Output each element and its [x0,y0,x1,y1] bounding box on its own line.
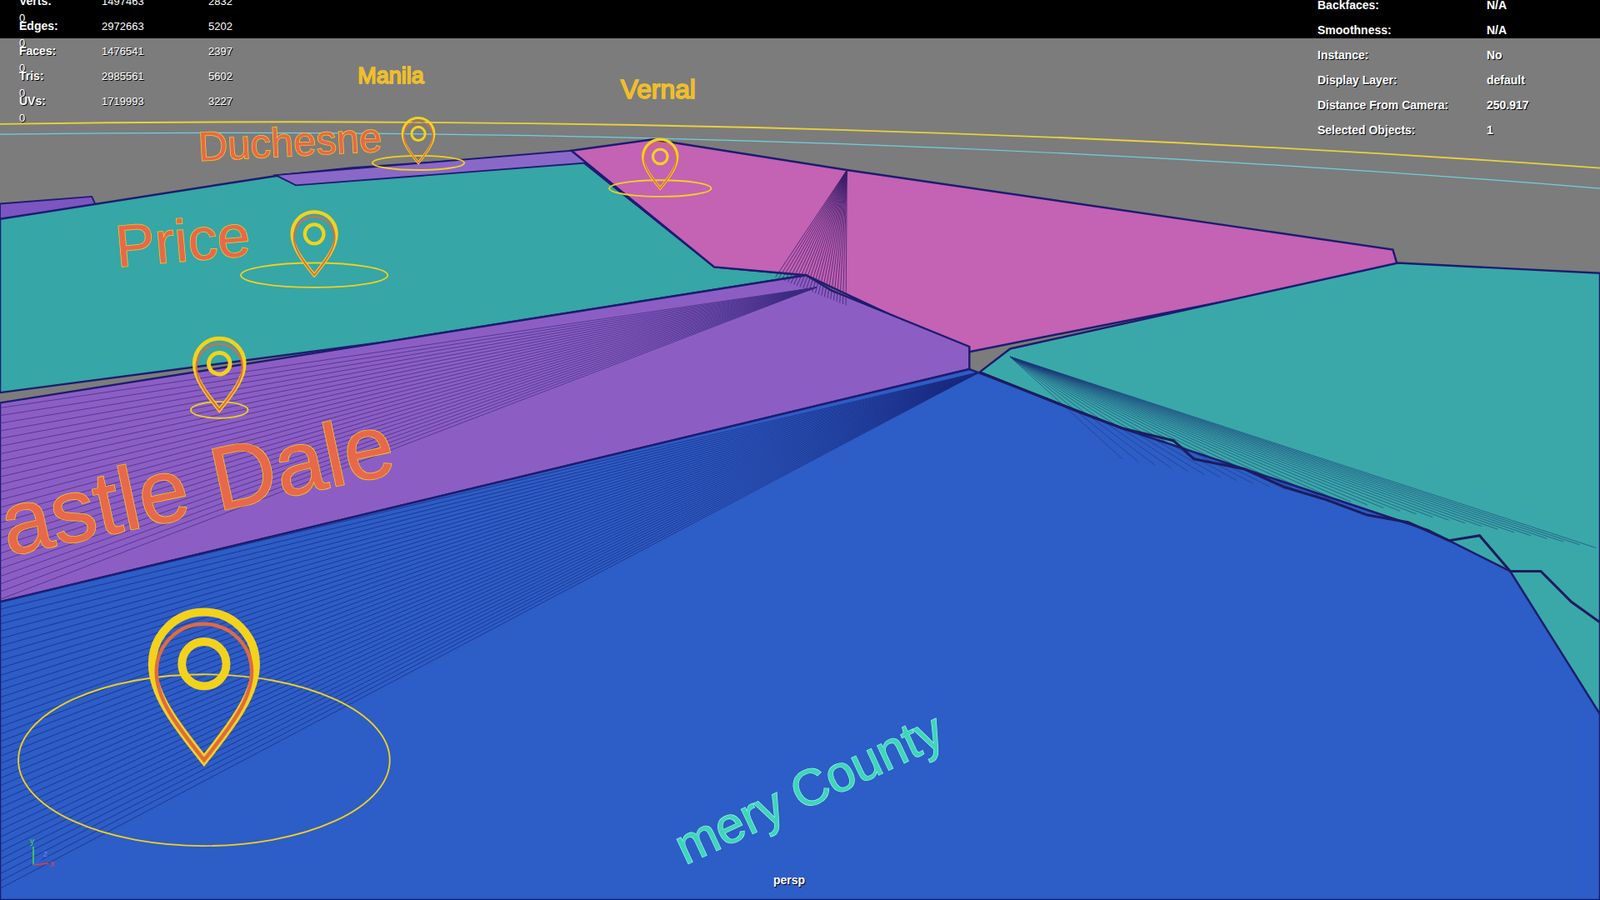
hud-row: Selected Objects:1 [1317,117,1595,143]
svg-text:x: x [50,859,55,869]
hud-row: Distance From Camera:250.917 [1317,92,1595,118]
viewport[interactable]: Manila Vernal Duchesne Price astle Dale mery … [0,38,1600,900]
hud-object-details: Backfaces:N/ASmoothness:N/AInstance:NoDi… [1317,0,1595,143]
map-pin-icon[interactable] [609,139,711,197]
hud-row: Display Layer:default [1317,67,1595,93]
map-pin-icon[interactable] [190,338,249,419]
viewport-scene[interactable]: Manila Vernal Duchesne Price astle Dale mery … [0,38,1600,900]
hud-row: Edges:297266352020 [19,17,317,43]
hud-row: UVs:171999332270 [19,92,317,118]
svg-text:z: z [43,849,48,859]
map-pin-icon[interactable] [18,611,390,846]
hud-row: Verts:149746328320 [19,0,317,18]
hud-row: Backfaces:N/A [1317,0,1595,18]
hud-row: Instance:No [1317,42,1595,68]
hud-poly-count: Verts:149746328320Edges:297266352020Face… [19,0,317,118]
maya-viewport: Manila Vernal Duchesne Price astle Dale mery … [0,0,1600,900]
map-pin-icon[interactable] [372,118,465,170]
hud-row: Faces:147654123970 [19,42,317,68]
city-label[interactable]: Manila [357,63,424,89]
camera-label: persp [773,871,805,890]
city-label[interactable]: Vernal [620,74,696,105]
city-label[interactable]: Price [112,202,253,280]
city-label[interactable]: astle Dale [0,393,403,575]
svg-text:y: y [30,836,35,846]
hud-row: Smoothness:N/A [1317,17,1595,43]
axis-gizmo-icon: y xz [23,835,57,874]
county-label[interactable]: mery County [665,700,953,875]
hud-row: Tris:298556156020 [19,67,317,93]
city-label[interactable]: Duchesne [196,115,383,170]
map-pin-icon[interactable] [240,211,388,288]
